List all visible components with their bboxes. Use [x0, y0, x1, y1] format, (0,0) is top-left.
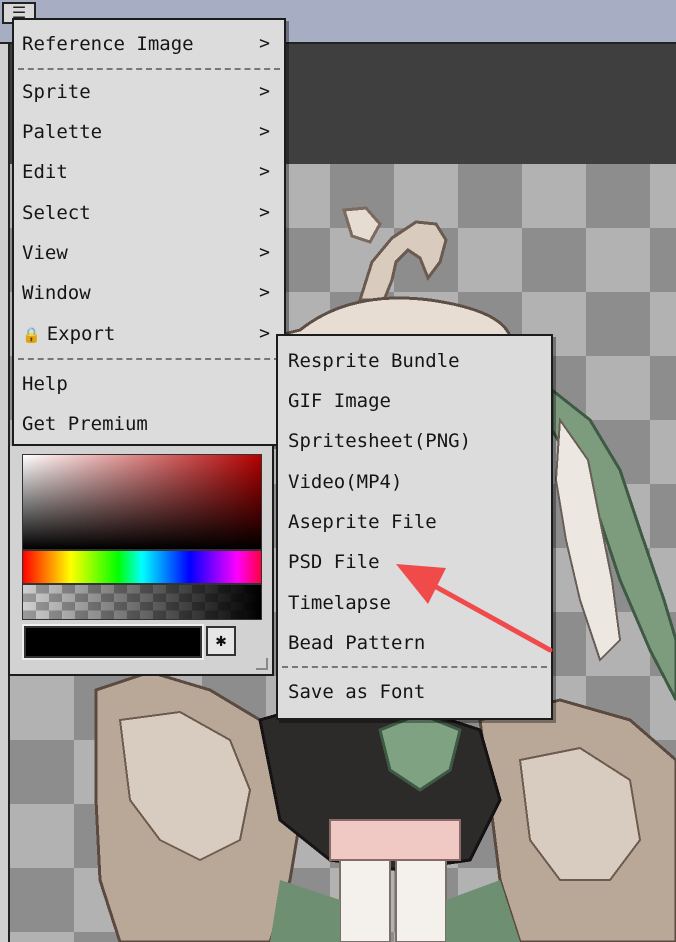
menu-item-label: Window: [22, 282, 91, 304]
submenu-item-label: PSD File: [288, 551, 380, 573]
submenu-item-video-mp4[interactable]: Video(MP4): [278, 463, 551, 501]
menu-item-export[interactable]: 🔒 Export >: [14, 316, 284, 352]
submenu-item-label: Save as Font: [288, 681, 426, 703]
current-color-field[interactable]: [22, 624, 204, 660]
menu-item-view[interactable]: View >: [14, 235, 284, 271]
lock-icon: 🔒: [22, 326, 41, 344]
chevron-right-icon: >: [259, 81, 270, 102]
submenu-item-psd-file[interactable]: PSD File: [278, 543, 551, 581]
color-picker-panel: ✱: [8, 446, 274, 676]
alpha-slider[interactable]: [22, 584, 262, 620]
menu-item-label: Get Premium: [22, 413, 148, 435]
submenu-item-label: Video(MP4): [288, 471, 403, 493]
submenu-item-timelapse[interactable]: Timelapse: [278, 584, 551, 622]
menu-item-window[interactable]: Window >: [14, 275, 284, 311]
chevron-right-icon: >: [259, 323, 270, 344]
submenu-item-resprite-bundle[interactable]: Resprite Bundle: [278, 342, 551, 380]
menu-item-label: Reference Image: [22, 33, 194, 55]
eyedropper-icon[interactable]: ✱: [206, 626, 236, 656]
submenu-item-gif-image[interactable]: GIF Image: [278, 382, 551, 420]
menu-item-label: Export: [46, 323, 116, 345]
chevron-right-icon: >: [259, 282, 270, 303]
submenu-item-label: Spritesheet(PNG): [288, 430, 472, 452]
menu-item-label: Select: [22, 202, 91, 224]
resize-grip-icon[interactable]: [256, 658, 268, 670]
main-menu: Reference Image > Sprite > Palette > Edi…: [12, 18, 286, 446]
menu-item-label: Help: [22, 373, 68, 395]
chevron-right-icon: >: [259, 242, 270, 263]
menu-item-label: Palette: [22, 121, 103, 143]
submenu-item-aseprite-file[interactable]: Aseprite File: [278, 503, 551, 541]
chevron-right-icon: >: [259, 202, 270, 223]
chevron-right-icon: >: [259, 121, 270, 142]
menu-item-label: Edit: [22, 161, 68, 183]
submenu-item-label: Timelapse: [288, 592, 391, 614]
menu-separator: [18, 68, 280, 70]
menu-item-select[interactable]: Select >: [14, 195, 284, 231]
submenu-item-label: Resprite Bundle: [288, 350, 460, 372]
hue-slider[interactable]: [22, 550, 262, 584]
menu-item-sprite[interactable]: Sprite >: [14, 74, 284, 110]
submenu-item-bead-pattern[interactable]: Bead Pattern: [278, 624, 551, 662]
submenu-item-label: GIF Image: [288, 390, 391, 412]
submenu-item-label: Aseprite File: [288, 511, 437, 533]
menu-item-label: Sprite: [22, 81, 91, 103]
chevron-right-icon: >: [259, 33, 270, 54]
chevron-right-icon: >: [259, 161, 270, 182]
submenu-item-save-as-font[interactable]: Save as Font: [278, 673, 551, 711]
menu-item-label-wrap: 🔒 Export: [22, 316, 115, 353]
submenu-item-label: Bead Pattern: [288, 632, 426, 654]
menu-item-edit[interactable]: Edit >: [14, 154, 284, 190]
export-submenu: Resprite Bundle GIF Image Spritesheet(PN…: [276, 334, 553, 720]
menu-item-palette[interactable]: Palette >: [14, 114, 284, 150]
submenu-item-spritesheet-png[interactable]: Spritesheet(PNG): [278, 422, 551, 460]
menu-separator: [18, 358, 280, 360]
menu-item-get-premium[interactable]: Get Premium: [14, 406, 284, 442]
menu-item-reference-image[interactable]: Reference Image >: [14, 26, 284, 62]
menu-item-help[interactable]: Help: [14, 366, 284, 402]
saturation-value-area[interactable]: [22, 454, 262, 550]
submenu-separator: [282, 666, 547, 668]
menu-item-label: View: [22, 242, 68, 264]
